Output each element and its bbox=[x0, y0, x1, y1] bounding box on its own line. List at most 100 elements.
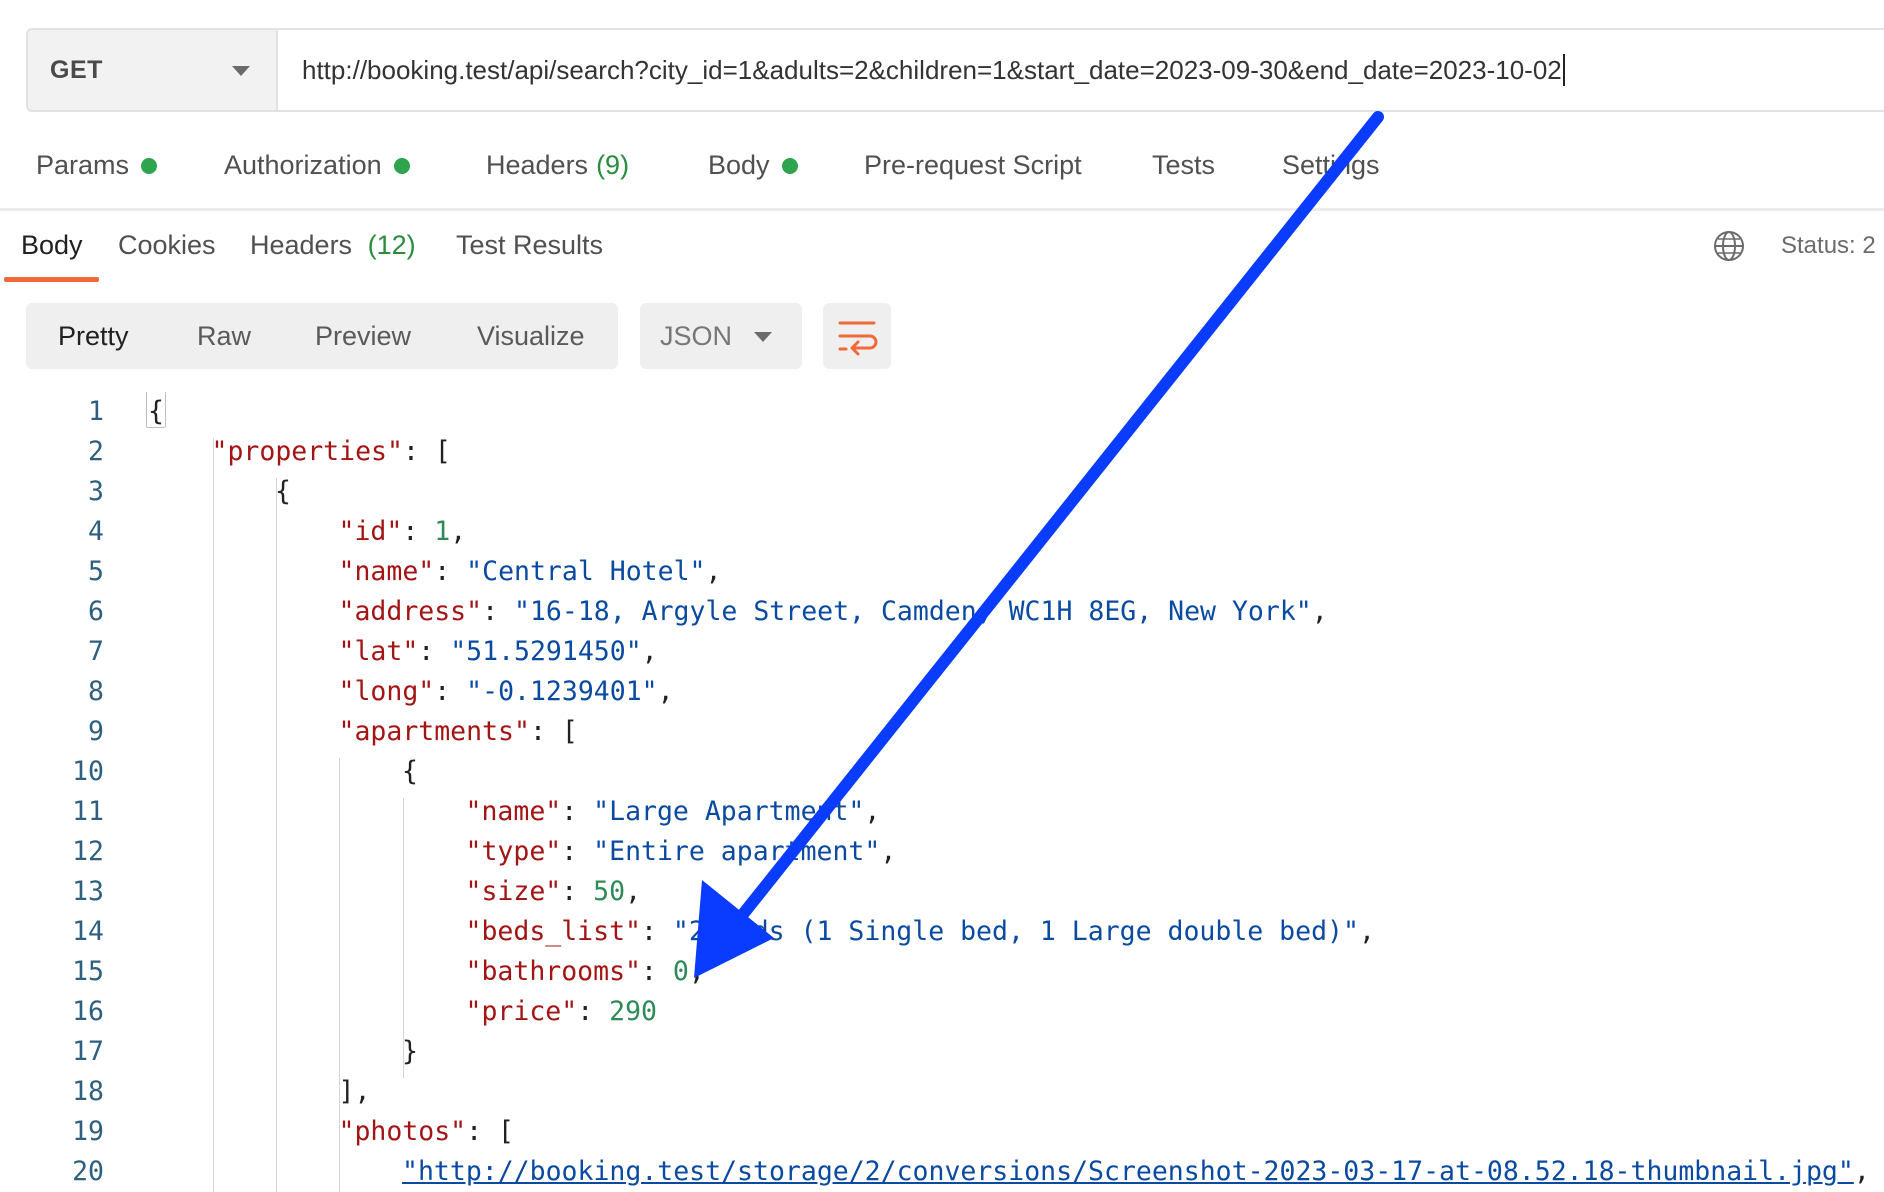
json-punctuation: : bbox=[561, 796, 594, 827]
format-tabs: Pretty Raw Preview Visualize bbox=[26, 303, 618, 369]
code-line: 15 "bathrooms": 0, bbox=[0, 952, 1884, 992]
code-text: "long": "-0.1239401", bbox=[339, 672, 674, 712]
active-tab-indicator bbox=[4, 277, 99, 282]
json-string: "2 beds (1 Single bed, 1 Large double be… bbox=[672, 916, 1359, 947]
format-tab-pretty[interactable]: Pretty bbox=[58, 303, 129, 369]
tab-label: Headers bbox=[250, 230, 353, 260]
chevron-down-icon bbox=[232, 66, 250, 76]
code-text: "properties": [ bbox=[212, 432, 451, 472]
indent-guide bbox=[276, 478, 277, 1192]
tab-authorization[interactable]: Authorization bbox=[224, 150, 410, 181]
globe-icon[interactable] bbox=[1712, 229, 1746, 263]
tab-params[interactable]: Params bbox=[36, 150, 158, 181]
code-text: ], bbox=[339, 1072, 371, 1112]
json-string: "-0.1239401" bbox=[466, 676, 658, 707]
language-select[interactable]: JSON bbox=[640, 303, 802, 369]
json-key: "address" bbox=[338, 596, 483, 627]
json-punctuation: , bbox=[1853, 1156, 1870, 1187]
tab-headers[interactable]: Headers (9) bbox=[486, 150, 629, 181]
code-line: 12 "type": "Entire apartment", bbox=[0, 832, 1884, 872]
wrap-lines-icon bbox=[838, 321, 878, 356]
response-tab-headers[interactable]: Headers (12) bbox=[250, 230, 416, 261]
json-key: "lat" bbox=[338, 636, 419, 667]
json-punctuation: : bbox=[482, 596, 515, 627]
code-text: "lat": "51.5291450", bbox=[339, 632, 658, 672]
line-number: 20 bbox=[72, 1156, 104, 1187]
line-number: 6 bbox=[88, 596, 104, 627]
code-line: 13 "size": 50, bbox=[0, 872, 1884, 912]
tab-label: Headers bbox=[486, 150, 589, 180]
response-tab-body[interactable]: Body bbox=[21, 230, 83, 261]
status-dot-icon bbox=[781, 157, 798, 174]
code-text: "name": "Central Hotel", bbox=[339, 552, 722, 592]
format-tab-visualize[interactable]: Visualize bbox=[477, 303, 585, 369]
json-number: 290 bbox=[609, 996, 657, 1027]
json-key: "id" bbox=[338, 516, 403, 547]
line-number: 2 bbox=[88, 436, 104, 467]
method-select[interactable]: GET bbox=[26, 28, 278, 112]
json-punctuation: : bbox=[641, 956, 673, 987]
line-number: 3 bbox=[88, 476, 104, 507]
status-dot-icon bbox=[141, 157, 158, 174]
tab-pre-request-script[interactable]: Pre-request Script bbox=[864, 150, 1082, 181]
wrap-lines-button[interactable] bbox=[823, 303, 891, 369]
tab-settings[interactable]: Settings bbox=[1282, 150, 1380, 181]
json-key: "photos" bbox=[338, 1116, 467, 1147]
method-label: GET bbox=[50, 55, 103, 84]
json-key: "type" bbox=[465, 836, 562, 867]
json-key: "price" bbox=[465, 996, 578, 1027]
json-punctuation: , bbox=[880, 836, 897, 867]
code-line: 11 "name": "Large Apartment", bbox=[0, 792, 1884, 832]
json-number: 0 bbox=[672, 956, 689, 987]
line-number: 14 bbox=[72, 916, 104, 947]
json-punctuation: : bbox=[641, 916, 673, 947]
json-link[interactable]: "http://booking.test/storage/2/conversio… bbox=[402, 1156, 1854, 1187]
response-body-code[interactable]: 1{2 "properties": [3{4 "id": 1, 5 "name": "C… bbox=[0, 392, 1884, 1192]
format-tab-raw[interactable]: Raw bbox=[197, 303, 251, 369]
json-punctuation: , bbox=[1311, 596, 1328, 627]
json-punctuation: , bbox=[688, 956, 705, 987]
tab-tests[interactable]: Tests bbox=[1152, 150, 1215, 181]
tab-label: Pre-request Script bbox=[864, 150, 1082, 180]
json-key: "name" bbox=[338, 556, 435, 587]
code-text: "size": 50, bbox=[466, 872, 642, 912]
line-number: 17 bbox=[72, 1036, 104, 1067]
line-number: 16 bbox=[72, 996, 104, 1027]
code-line: 6 "address": "16-18, Argyle Street, Camde… bbox=[0, 592, 1884, 632]
code-text: "apartments": [ bbox=[339, 712, 578, 752]
url-input[interactable]: http://booking.test/api/search?city_id=1… bbox=[278, 28, 1884, 112]
code-line: 16 "price": 290 bbox=[0, 992, 1884, 1032]
code-line: 10 { bbox=[0, 752, 1884, 792]
json-key: "size" bbox=[465, 876, 562, 907]
code-line: 2 "properties": [ bbox=[0, 432, 1884, 472]
tab-body[interactable]: Body bbox=[708, 150, 798, 181]
code-line: 14 "beds_list": "2 beds (1 Single bed, 1 … bbox=[0, 912, 1884, 952]
code-text: { bbox=[402, 752, 418, 792]
json-key: "bathrooms" bbox=[465, 956, 642, 987]
code-text: "id": 1, bbox=[339, 512, 467, 552]
json-punctuation: : bbox=[434, 556, 467, 587]
json-punctuation: , bbox=[864, 796, 881, 827]
json-punctuation: { bbox=[402, 756, 418, 787]
code-text: } bbox=[402, 1032, 418, 1072]
response-tab-test-results[interactable]: Test Results bbox=[456, 230, 603, 261]
code-text: "photos": [ bbox=[339, 1112, 515, 1152]
code-line: 4 "id": 1, bbox=[0, 512, 1884, 552]
json-key: "properties" bbox=[211, 436, 403, 467]
json-punctuation: , bbox=[450, 516, 467, 547]
response-tab-cookies[interactable]: Cookies bbox=[118, 230, 216, 261]
format-tab-preview[interactable]: Preview bbox=[315, 303, 411, 369]
tab-count: (12) bbox=[367, 230, 416, 260]
code-text: "type": "Entire apartment", bbox=[466, 832, 897, 872]
line-number: 10 bbox=[72, 756, 104, 787]
code-text: "name": "Large Apartment", bbox=[466, 792, 881, 832]
line-number: 18 bbox=[72, 1076, 104, 1107]
json-string: "51.5291450" bbox=[450, 636, 642, 667]
json-punctuation: : bbox=[402, 516, 435, 547]
tab-label: Authorization bbox=[224, 150, 382, 180]
line-number: 12 bbox=[72, 836, 104, 867]
json-punctuation: } bbox=[402, 1036, 418, 1067]
json-number: 50 bbox=[593, 876, 626, 907]
tab-label: Tests bbox=[1152, 150, 1216, 180]
json-punctuation: : [ bbox=[402, 436, 451, 467]
